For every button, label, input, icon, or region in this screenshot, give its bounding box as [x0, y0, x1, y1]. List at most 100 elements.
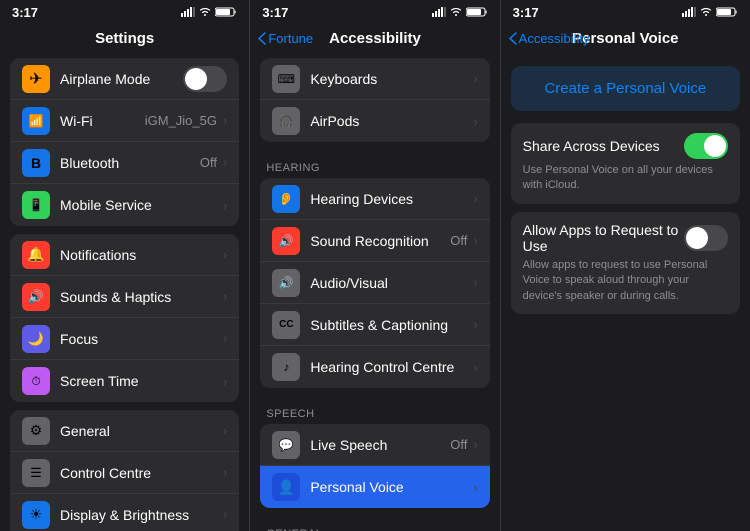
- create-voice-label: Create a Personal Voice: [544, 80, 706, 97]
- status-icons-3: [682, 7, 738, 17]
- connectivity-group: ✈ Airplane Mode 📶 Wi-Fi iGM_Jio_5G › B B…: [10, 58, 239, 226]
- settings-item-sounds[interactable]: 🔊 Sounds & Haptics ›: [10, 276, 239, 318]
- subtitles-chevron: ›: [473, 317, 477, 332]
- a11y-item-sound-recognition[interactable]: 🔊 Sound Recognition Off ›: [260, 220, 489, 262]
- wifi-chevron: ›: [223, 113, 227, 128]
- wifi-value: iGM_Jio_5G: [145, 113, 217, 128]
- settings-nav-header: Settings: [0, 22, 249, 58]
- hearing-devices-icon: 👂: [272, 185, 300, 213]
- share-across-item: Share Across Devices Use Personal Voice …: [511, 123, 740, 204]
- hearing-devices-label: Hearing Devices: [310, 191, 471, 207]
- accessibility-scroll[interactable]: ⌨ Keyboards › 🎧 AirPods › HEARING 👂 Hear…: [250, 58, 499, 531]
- live-speech-icon: 💬: [272, 431, 300, 459]
- airpods-icon: 🎧: [272, 107, 300, 135]
- subtitles-icon: CC: [272, 311, 300, 339]
- wifi-icon: [199, 7, 211, 17]
- settings-panel: 3:17 Settings: [0, 0, 250, 531]
- accessibility-title: Accessibility: [329, 30, 421, 47]
- status-time-3: 3:17: [513, 5, 539, 20]
- bluetooth-label: Bluetooth: [60, 155, 200, 171]
- hearing-control-icon: ♪: [272, 353, 300, 381]
- status-time-2: 3:17: [262, 5, 288, 20]
- display-label: Display & Brightness: [60, 507, 221, 523]
- personal-voice-back-button[interactable]: Accessibility: [509, 31, 590, 46]
- signal-icon: [181, 7, 195, 17]
- signal-icon-2: [432, 7, 446, 17]
- notifications-chevron: ›: [223, 247, 227, 262]
- share-devices-group: Share Across Devices Use Personal Voice …: [511, 123, 740, 204]
- live-speech-value: Off: [450, 437, 467, 452]
- personal-voice-icon: 👤: [272, 473, 300, 501]
- airplane-label: Airplane Mode: [60, 71, 183, 87]
- personal-voice-back-label: Accessibility: [519, 31, 590, 46]
- accessibility-nav-header: Fortune Accessibility: [250, 22, 499, 58]
- general-group: ⚙ General › ☰ Control Centre › ☀ Display…: [10, 410, 239, 531]
- settings-item-wifi[interactable]: 📶 Wi-Fi iGM_Jio_5G ›: [10, 100, 239, 142]
- a11y-item-subtitles[interactable]: CC Subtitles & Captioning ›: [260, 304, 489, 346]
- hearing-group: 👂 Hearing Devices › 🔊 Sound Recognition …: [260, 178, 489, 388]
- mobile-icon: 📱: [22, 191, 50, 219]
- focus-icon: 🌙: [22, 325, 50, 353]
- settings-item-control[interactable]: ☰ Control Centre ›: [10, 452, 239, 494]
- settings-item-screentime[interactable]: ⏱ Screen Time ›: [10, 360, 239, 402]
- create-voice-container: Create a Personal Voice: [511, 66, 740, 111]
- settings-item-airplane[interactable]: ✈ Airplane Mode: [10, 58, 239, 100]
- allow-apps-toggle[interactable]: [684, 225, 728, 251]
- hearing-control-chevron: ›: [473, 360, 477, 375]
- wifi-icon-3: [700, 7, 712, 17]
- personal-voice-scroll[interactable]: Create a Personal Voice Share Across Dev…: [501, 58, 750, 531]
- allow-apps-label: Allow Apps to Request to Use: [523, 222, 684, 254]
- signal-icon-3: [682, 7, 696, 17]
- a11y-item-keyboards[interactable]: ⌨ Keyboards ›: [260, 58, 489, 100]
- back-chevron-icon-3: [509, 32, 517, 45]
- a11y-item-audiovisual[interactable]: 🔊 Audio/Visual ›: [260, 262, 489, 304]
- a11y-item-live-speech[interactable]: 💬 Live Speech Off ›: [260, 424, 489, 466]
- accessibility-panel: 3:17 Fort: [250, 0, 500, 531]
- settings-item-display[interactable]: ☀ Display & Brightness ›: [10, 494, 239, 531]
- status-icons-2: [432, 7, 488, 17]
- sounds-label: Sounds & Haptics: [60, 289, 221, 305]
- status-icons-1: [181, 7, 237, 17]
- sound-recognition-label: Sound Recognition: [310, 233, 450, 249]
- settings-item-general[interactable]: ⚙ General ›: [10, 410, 239, 452]
- settings-item-bluetooth[interactable]: B Bluetooth Off ›: [10, 142, 239, 184]
- keyboards-label: Keyboards: [310, 71, 471, 87]
- airplane-toggle[interactable]: [183, 66, 227, 92]
- status-bar-2: 3:17: [250, 0, 499, 22]
- status-bar-1: 3:17: [0, 0, 249, 22]
- allow-apps-item: Allow Apps to Request to Use Allow apps …: [511, 212, 740, 314]
- share-across-label: Share Across Devices: [523, 138, 684, 154]
- a11y-item-airpods[interactable]: 🎧 AirPods ›: [260, 100, 489, 142]
- display-icon: ☀: [22, 501, 50, 529]
- audiovisual-chevron: ›: [473, 275, 477, 290]
- hearing-control-label: Hearing Control Centre: [310, 359, 471, 375]
- general-label: General: [60, 423, 221, 439]
- settings-item-notifications[interactable]: 🔔 Notifications ›: [10, 234, 239, 276]
- control-label: Control Centre: [60, 465, 221, 481]
- accessibility-back-label: Fortune: [268, 31, 313, 46]
- audiovisual-icon: 🔊: [272, 269, 300, 297]
- share-across-toggle[interactable]: [684, 133, 728, 159]
- settings-item-mobile[interactable]: 📱 Mobile Service ›: [10, 184, 239, 226]
- hearing-devices-chevron: ›: [473, 191, 477, 206]
- create-personal-voice-button[interactable]: Create a Personal Voice: [511, 66, 740, 111]
- sounds-icon: 🔊: [22, 283, 50, 311]
- a11y-item-hearing-control[interactable]: ♪ Hearing Control Centre ›: [260, 346, 489, 388]
- airplane-icon: ✈: [22, 65, 50, 93]
- subtitles-label: Subtitles & Captioning: [310, 317, 471, 333]
- personal-voice-chevron: ›: [473, 480, 477, 495]
- keyboards-chevron: ›: [473, 71, 477, 86]
- personal-voice-panel: 3:17 Acce: [501, 0, 750, 531]
- audiovisual-label: Audio/Visual: [310, 275, 471, 291]
- settings-scroll[interactable]: ✈ Airplane Mode 📶 Wi-Fi iGM_Jio_5G › B B…: [0, 58, 249, 531]
- status-time-1: 3:17: [12, 5, 38, 20]
- status-bar-3: 3:17: [501, 0, 750, 22]
- hearing-section-label: HEARING: [250, 150, 499, 178]
- a11y-item-hearing-devices[interactable]: 👂 Hearing Devices ›: [260, 178, 489, 220]
- notifications-icon: 🔔: [22, 241, 50, 269]
- live-speech-chevron: ›: [473, 437, 477, 452]
- bluetooth-chevron: ›: [223, 155, 227, 170]
- accessibility-back-button[interactable]: Fortune: [258, 31, 313, 46]
- settings-item-focus[interactable]: 🌙 Focus ›: [10, 318, 239, 360]
- a11y-item-personal-voice[interactable]: 👤 Personal Voice ›: [260, 466, 489, 508]
